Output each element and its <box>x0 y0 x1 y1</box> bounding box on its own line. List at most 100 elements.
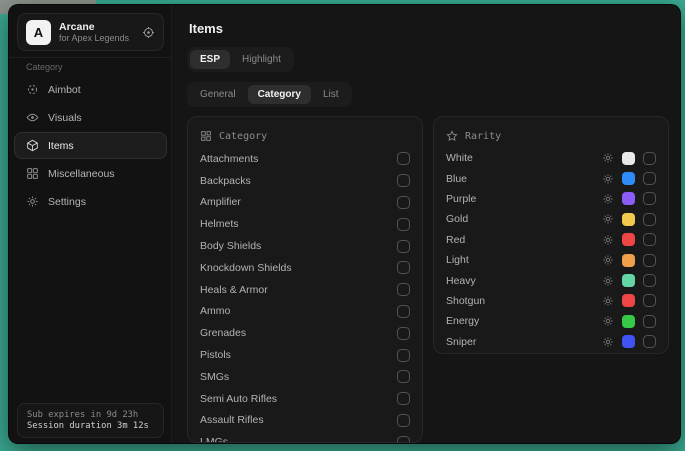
color-swatch-purple[interactable] <box>622 192 635 205</box>
rarity-row-controls <box>602 315 656 328</box>
category-row-label: SMGs <box>200 371 229 383</box>
gear-icon[interactable] <box>602 234 614 246</box>
checkbox-light[interactable] <box>643 254 656 267</box>
checkbox-smgs[interactable] <box>397 370 410 383</box>
checkbox-assault-rifles[interactable] <box>397 414 410 427</box>
category-row-label: Body Shields <box>200 240 261 252</box>
category-icon <box>200 130 212 142</box>
tab-esp[interactable]: ESP <box>190 50 230 69</box>
rarity-panel-title: Rarity <box>465 131 501 142</box>
category-row-label: Helmets <box>200 218 239 230</box>
checkbox-red[interactable] <box>643 233 656 246</box>
rarity-row-heavy: Heavy <box>446 270 656 290</box>
star-icon <box>446 130 458 142</box>
tab-category[interactable]: Category <box>248 85 311 104</box>
sidebar-section-label: Category <box>26 62 63 72</box>
checkbox-helmets[interactable] <box>397 218 410 231</box>
category-row-semi-auto-rifles: Semi Auto Rifles <box>200 388 410 410</box>
app-title: Arcane <box>59 21 134 33</box>
sidebar-item-visuals[interactable]: Visuals <box>14 104 167 131</box>
gear-icon[interactable] <box>602 152 614 164</box>
color-swatch-light[interactable] <box>622 254 635 267</box>
view-tab-group: GeneralCategoryList <box>187 82 352 107</box>
category-row-knockdown-shields: Knockdown Shields <box>200 257 410 279</box>
checkbox-blue[interactable] <box>643 172 656 185</box>
checkbox-lmgs[interactable] <box>397 436 410 443</box>
mode-tab-group: ESPHighlight <box>187 47 294 72</box>
rarity-panel: Rarity WhiteBluePurpleGoldRedLightHeavyS… <box>433 116 669 354</box>
checkbox-heavy[interactable] <box>643 274 656 287</box>
sidebar-item-miscellaneous[interactable]: Miscellaneous <box>14 160 167 187</box>
category-row-label: Amplifier <box>200 196 241 208</box>
sidebar-item-items[interactable]: Items <box>14 132 167 159</box>
tab-list[interactable]: List <box>313 85 349 104</box>
rarity-row-controls <box>602 192 656 205</box>
tab-highlight[interactable]: Highlight <box>232 50 291 69</box>
sub-expires-text: Sub expires in 9d 23h <box>27 410 154 420</box>
gear-icon[interactable] <box>602 193 614 205</box>
rarity-row-label: Blue <box>446 173 602 185</box>
color-swatch-red[interactable] <box>622 233 635 246</box>
gear-icon[interactable] <box>602 315 614 327</box>
rarity-row-controls <box>602 172 656 185</box>
gear-icon[interactable] <box>602 275 614 287</box>
checkbox-gold[interactable] <box>643 213 656 226</box>
rarity-row-label: Purple <box>446 193 602 205</box>
sidebar-item-label: Aimbot <box>48 84 81 96</box>
checkbox-ammo[interactable] <box>397 305 410 318</box>
gear-icon[interactable] <box>602 213 614 225</box>
checkbox-white[interactable] <box>643 152 656 165</box>
rarity-row-controls <box>602 233 656 246</box>
gear-icon[interactable] <box>602 295 614 307</box>
color-swatch-white[interactable] <box>622 152 635 165</box>
target-icon[interactable] <box>142 26 155 39</box>
color-swatch-shotgun[interactable] <box>622 294 635 307</box>
sidebar-item-settings[interactable]: Settings <box>14 188 167 215</box>
tab-general[interactable]: General <box>190 85 246 104</box>
color-swatch-blue[interactable] <box>622 172 635 185</box>
color-swatch-heavy[interactable] <box>622 274 635 287</box>
gear-icon[interactable] <box>602 336 614 348</box>
color-swatch-gold[interactable] <box>622 213 635 226</box>
category-row-label: LMGs <box>200 436 228 443</box>
checkbox-energy[interactable] <box>643 315 656 328</box>
category-row-label: Assault Rifles <box>200 414 264 426</box>
session-duration-text: Session duration 3m 12s <box>27 421 154 431</box>
sidebar-divider <box>9 57 171 58</box>
checkbox-grenades[interactable] <box>397 327 410 340</box>
sidebar-nav: Aimbot Visuals Items MiscellaneousSettings <box>14 76 167 215</box>
checkbox-amplifier[interactable] <box>397 196 410 209</box>
rarity-row-energy: Energy <box>446 311 656 331</box>
checkbox-shotgun[interactable] <box>643 294 656 307</box>
category-row-heals-armor: Heals & Armor <box>200 279 410 301</box>
category-row-label: Heals & Armor <box>200 284 268 296</box>
sidebar-item-label: Items <box>48 140 74 152</box>
app-name-block: Arcane for Apex Legends <box>59 21 134 43</box>
rarity-row-purple: Purple <box>446 189 656 209</box>
category-row-assault-rifles: Assault Rifles <box>200 410 410 432</box>
color-swatch-sniper[interactable] <box>622 335 635 348</box>
category-panel-title: Category <box>219 131 267 142</box>
gear-icon[interactable] <box>602 254 614 266</box>
checkbox-attachments[interactable] <box>397 152 410 165</box>
checkbox-sniper[interactable] <box>643 335 656 348</box>
checkbox-knockdown-shields[interactable] <box>397 261 410 274</box>
rarity-row-controls <box>602 335 656 348</box>
category-row-backpacks: Backpacks <box>200 170 410 192</box>
sidebar-item-aimbot[interactable]: Aimbot <box>14 76 167 103</box>
checkbox-body-shields[interactable] <box>397 240 410 253</box>
checkbox-purple[interactable] <box>643 192 656 205</box>
app-header-card: A Arcane for Apex Legends <box>17 13 164 51</box>
box-icon <box>26 139 39 152</box>
color-swatch-energy[interactable] <box>622 315 635 328</box>
category-row-lmgs: LMGs <box>200 431 410 443</box>
gear-icon[interactable] <box>602 173 614 185</box>
sidebar: A Arcane for Apex Legends Category Aimbo… <box>9 5 172 443</box>
rarity-row-blue: Blue <box>446 168 656 188</box>
rarity-row-label: Sniper <box>446 336 602 348</box>
page-title: Items <box>189 21 223 36</box>
checkbox-pistols[interactable] <box>397 349 410 362</box>
checkbox-heals-armor[interactable] <box>397 283 410 296</box>
checkbox-backpacks[interactable] <box>397 174 410 187</box>
checkbox-semi-auto-rifles[interactable] <box>397 392 410 405</box>
